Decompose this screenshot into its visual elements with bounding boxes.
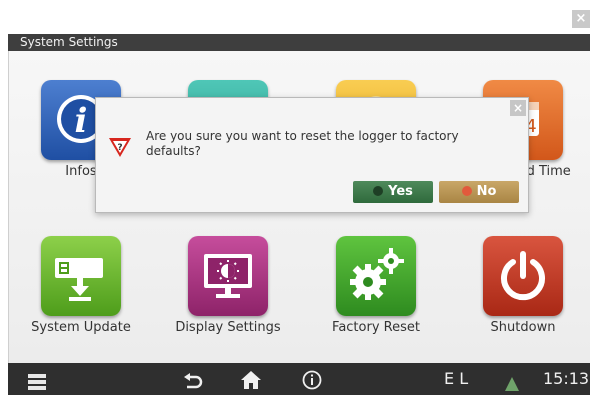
reset-confirm-dialog: × ? Are you sure you want to reset the l… [95, 97, 529, 213]
yes-button[interactable]: Yes [353, 181, 433, 203]
power-icon [501, 251, 545, 301]
tile-display-settings[interactable] [188, 236, 268, 316]
svg-text:i: i [75, 101, 88, 141]
tile-shutdown[interactable] [483, 236, 563, 316]
gears-icon [350, 248, 404, 300]
tile-label-factory-reset: Factory Reset [332, 320, 420, 335]
check-icon [373, 186, 384, 196]
no-label: No [476, 184, 497, 199]
tile-label-display-settings: Display Settings [175, 320, 281, 335]
status-text: E L [444, 369, 469, 388]
window-close-button[interactable]: × [572, 10, 590, 28]
cancel-icon [461, 186, 472, 196]
tile-label-system-update: System Update [31, 320, 131, 335]
tile-label-shutdown: Shutdown [490, 320, 556, 335]
back-icon[interactable] [183, 370, 203, 389]
window-title: System Settings [8, 34, 590, 51]
warning-question-icon: ? [109, 138, 131, 157]
info-circle-icon[interactable] [302, 369, 322, 390]
display-icon [204, 254, 252, 298]
dialog-message: Are you sure you want to reset the logge… [146, 129, 459, 158]
tile-system-update[interactable] [41, 236, 121, 316]
tile-factory-reset[interactable] [336, 236, 416, 316]
svg-text:?: ? [117, 143, 122, 153]
top-strip [0, 0, 590, 35]
update-icon [55, 258, 103, 301]
no-button[interactable]: No [439, 181, 519, 203]
screen: × System Settings i Infos 4 Date and Tim… [0, 0, 590, 395]
menu-icon[interactable] [28, 370, 46, 390]
home-icon[interactable] [240, 369, 262, 389]
clock: 15:13 [543, 369, 590, 388]
bottom-bar: E L 15:13 [8, 363, 590, 395]
warning-triangle-icon[interactable] [504, 371, 520, 391]
yes-label: Yes [388, 184, 413, 199]
dialog-close-button[interactable]: × [510, 100, 526, 116]
